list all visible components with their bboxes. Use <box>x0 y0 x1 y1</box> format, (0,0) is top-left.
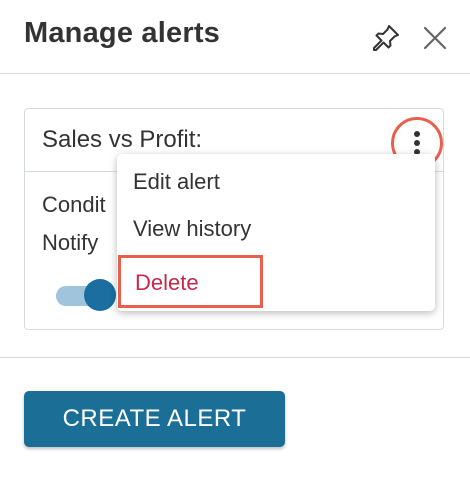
pin-icon <box>373 25 399 51</box>
alert-enabled-toggle[interactable] <box>56 279 116 311</box>
panel-title: Manage alerts <box>24 17 221 49</box>
menu-item-delete[interactable]: Delete <box>135 270 199 296</box>
menu-item-delete-highlight: Delete <box>118 255 263 308</box>
menu-item-view-history[interactable]: View history <box>133 216 251 242</box>
close-button[interactable] <box>419 22 451 54</box>
alert-title: Sales vs Profit: <box>42 126 203 153</box>
create-alert-button[interactable]: CREATE ALERT <box>24 391 285 447</box>
notify-label: Notify <box>42 230 99 255</box>
panel-header: Manage alerts <box>0 0 470 74</box>
manage-alerts-panel: Manage alerts Sales vs Profit: Condit No… <box>0 0 470 492</box>
divider <box>0 357 470 358</box>
pin-button[interactable] <box>370 22 402 54</box>
condition-label: Condit <box>42 192 106 217</box>
menu-item-edit-alert[interactable]: Edit alert <box>133 169 220 195</box>
toggle-knob <box>84 279 116 311</box>
close-icon <box>423 26 447 50</box>
